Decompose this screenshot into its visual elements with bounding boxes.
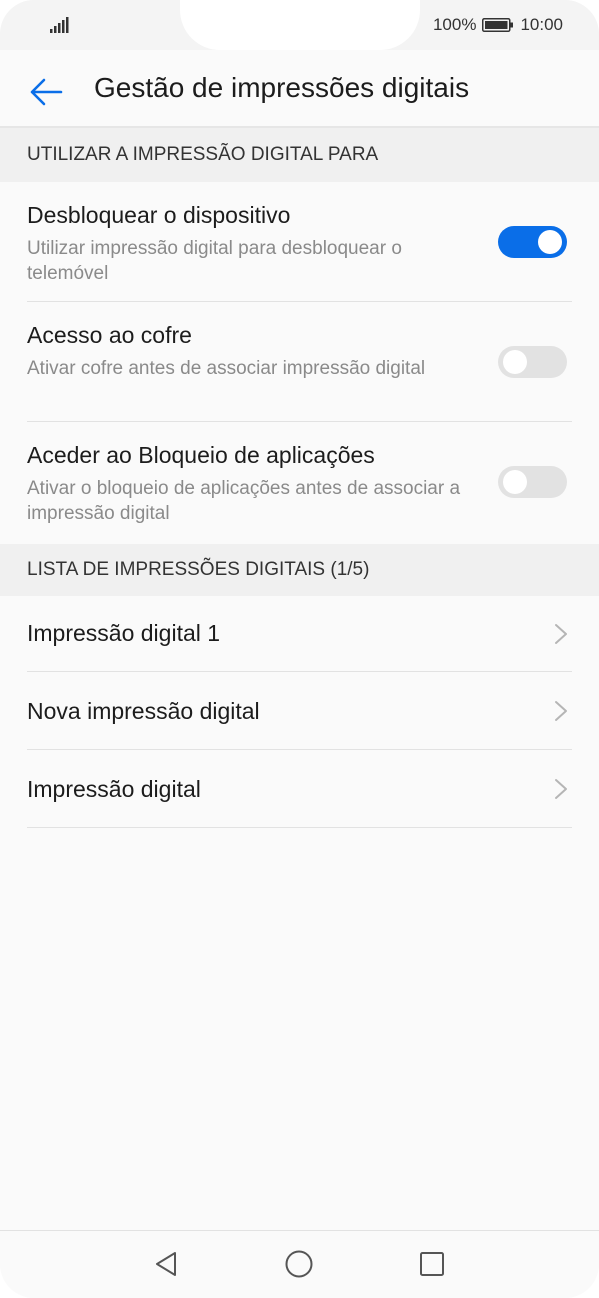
setting-title: Desbloquear o dispositivo	[27, 202, 291, 228]
fingerprint-title: Impressão digital	[27, 776, 201, 802]
clock: 10:00	[520, 15, 563, 34]
divider	[27, 827, 572, 828]
back-button[interactable]	[24, 70, 68, 114]
fingerprint-list-item[interactable]: Impressão digital 1	[0, 596, 599, 672]
setting-row-unlock-device[interactable]: Desbloquear o dispositivo Utilizar impre…	[0, 182, 599, 302]
setting-title: Aceder ao Bloqueio de aplicações	[27, 442, 375, 468]
setting-subtitle: Utilizar impressão digital para desbloqu…	[27, 238, 402, 284]
home-circle-icon	[285, 1250, 313, 1278]
camera-notch	[180, 0, 420, 50]
arrow-left-icon	[30, 78, 63, 106]
signal-icon	[50, 17, 69, 33]
fingerprint-title: Nova impressão digital	[27, 698, 260, 724]
safe-access-toggle[interactable]	[498, 346, 567, 378]
app-lock-toggle[interactable]	[498, 466, 567, 498]
chevron-right-icon	[555, 624, 567, 644]
nav-home-button[interactable]	[283, 1248, 315, 1280]
setting-subtitle: Ativar cofre antes de associar impressão…	[27, 358, 426, 379]
toggle-knob	[503, 470, 527, 494]
toggle-knob	[503, 350, 527, 374]
setting-title: Acesso ao cofre	[27, 322, 192, 348]
battery-icon	[482, 18, 514, 32]
battery-percent: 100%	[432, 15, 477, 34]
status-bar: 100% 10:00	[0, 0, 599, 50]
setting-row-safe-access[interactable]: Acesso ao cofre Ativar cofre antes de as…	[0, 302, 599, 422]
system-nav-bar	[0, 1230, 599, 1298]
section-heading-fingerprint-list: LISTA DE IMPRESSÕES DIGITAIS (1/5)	[0, 544, 599, 596]
phone-screen: 100% 10:00 Gestão de impressões digitais…	[0, 0, 599, 1298]
fingerprint-list-item[interactable]: Nova impressão digital	[0, 672, 599, 750]
page-title: Gestão de impressões digitais	[94, 72, 470, 103]
nav-back-button[interactable]	[150, 1248, 182, 1280]
recents-square-icon	[420, 1252, 444, 1276]
setting-row-app-lock[interactable]: Aceder ao Bloqueio de aplicações Ativar …	[0, 422, 599, 544]
nav-recents-button[interactable]	[416, 1248, 448, 1280]
back-triangle-icon	[156, 1252, 176, 1276]
status-right: 100% 10:00	[433, 14, 563, 36]
app-header: Gestão de impressões digitais	[0, 50, 599, 128]
fingerprint-title: Impressão digital 1	[27, 620, 221, 646]
toggle-knob	[538, 230, 562, 254]
chevron-right-icon	[555, 779, 567, 799]
chevron-right-icon	[555, 701, 567, 721]
section-heading-use: UTILIZAR A IMPRESSÃO DIGITAL PARA	[0, 128, 599, 182]
fingerprint-list-item[interactable]: Impressão digital	[0, 750, 599, 828]
setting-subtitle: Ativar o bloqueio de aplicações antes de…	[27, 478, 461, 524]
unlock-device-toggle[interactable]	[498, 226, 567, 258]
